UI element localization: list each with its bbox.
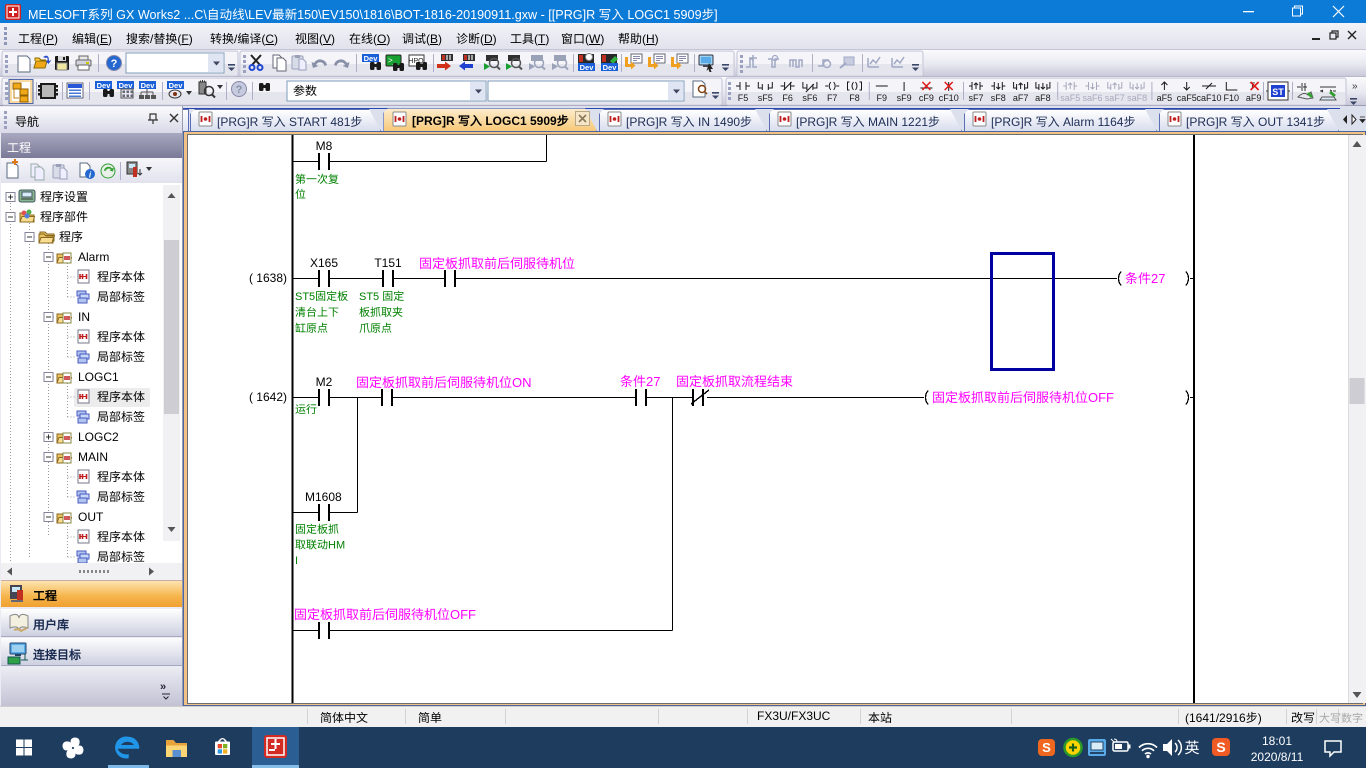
svg-text:爪原点: 爪原点: [359, 322, 392, 335]
svg-text:2020/8/11: 2020/8/11: [1251, 750, 1304, 764]
svg-text:aF9: aF9: [1246, 93, 1262, 103]
svg-text:sF8: sF8: [991, 93, 1006, 103]
svg-text:局部标签: 局部标签: [97, 290, 145, 304]
svg-text:M2: M2: [316, 375, 333, 389]
svg-text:程序本体: 程序本体: [97, 470, 145, 484]
svg-text:T151: T151: [374, 256, 402, 270]
svg-text:局部标签: 局部标签: [97, 410, 145, 424]
svg-text:?: ?: [111, 58, 118, 70]
svg-text:ST5固定板: ST5固定板: [295, 290, 348, 303]
svg-text:LOGC2: LOGC2: [78, 430, 119, 444]
svg-text:cF9: cF9: [919, 93, 934, 103]
svg-text:sF6: sF6: [802, 93, 817, 103]
svg-text:程序: 程序: [59, 230, 83, 244]
svg-text:条件27: 条件27: [620, 374, 660, 389]
svg-text:程序部件: 程序部件: [40, 210, 88, 224]
svg-text:缸原点: 缸原点: [295, 322, 328, 335]
svg-text:caF10: caF10: [1196, 93, 1221, 103]
svg-text:板抓取夹: 板抓取夹: [359, 306, 403, 319]
svg-text:F5: F5: [738, 93, 749, 103]
svg-text:程序本体: 程序本体: [97, 530, 145, 544]
svg-text:ST: ST: [1272, 87, 1284, 97]
svg-text:F10: F10: [1224, 93, 1240, 103]
svg-text:M1608: M1608: [305, 490, 342, 504]
svg-text:固定板抓取前后伺服待机位ON: 固定板抓取前后伺服待机位ON: [356, 375, 532, 390]
svg-text:saF6: saF6: [1082, 93, 1102, 103]
svg-text:取联动HM: 取联动HM: [295, 539, 345, 552]
svg-text:S: S: [1216, 739, 1225, 755]
svg-text:sF9: sF9: [897, 93, 912, 103]
svg-text:X165: X165: [310, 256, 338, 270]
svg-text:程序本体: 程序本体: [97, 330, 145, 344]
svg-text:18:01: 18:01: [1262, 734, 1292, 748]
svg-text:局部标签: 局部标签: [97, 490, 145, 504]
svg-text:Dev: Dev: [169, 81, 184, 90]
svg-text:程序本体: 程序本体: [97, 390, 145, 404]
svg-text:OUT: OUT: [78, 510, 104, 524]
svg-text:cF10: cF10: [939, 93, 959, 103]
svg-text:sF5: sF5: [758, 93, 773, 103]
svg-text:位: 位: [295, 188, 306, 201]
svg-text:saF7: saF7: [1105, 93, 1125, 103]
svg-text:Dev: Dev: [603, 63, 618, 72]
svg-text:固定板抓: 固定板抓: [295, 523, 339, 536]
svg-text:aF8: aF8: [1035, 93, 1051, 103]
svg-text:清台上下: 清台上下: [295, 306, 339, 319]
svg-text:?: ?: [236, 84, 243, 96]
svg-text:F7: F7: [827, 93, 838, 103]
svg-text:程序设置: 程序设置: [40, 190, 88, 204]
svg-text:LOGC1: LOGC1: [78, 370, 119, 384]
svg-text:局部标签: 局部标签: [97, 350, 145, 364]
svg-text:S: S: [1042, 740, 1051, 755]
svg-text:F8: F8: [849, 93, 860, 103]
svg-text:sF7: sF7: [968, 93, 983, 103]
svg-text:saF8: saF8: [1127, 93, 1147, 103]
svg-text:( 1642): ( 1642): [249, 390, 287, 404]
svg-text:局部标签: 局部标签: [97, 550, 145, 564]
svg-text:第一次复: 第一次复: [295, 173, 339, 186]
svg-text:固定板抓取流程结束: 固定板抓取流程结束: [676, 374, 793, 389]
svg-text:Dev: Dev: [141, 81, 156, 90]
svg-text:Dev: Dev: [364, 54, 379, 63]
svg-text:Dev: Dev: [580, 63, 595, 72]
svg-text:固定板抓取前后伺服待机位OFF: 固定板抓取前后伺服待机位OFF: [294, 607, 476, 622]
svg-text:F6: F6: [782, 93, 793, 103]
svg-text:»: »: [160, 681, 166, 693]
svg-text:固定板抓取前后伺服待机位: 固定板抓取前后伺服待机位: [419, 256, 575, 271]
svg-text:Alarm: Alarm: [78, 250, 109, 264]
svg-text:固定板抓取前后伺服待机位OFF: 固定板抓取前后伺服待机位OFF: [932, 390, 1114, 405]
svg-text:aF7: aF7: [1013, 93, 1029, 103]
svg-text:M8: M8: [316, 139, 333, 153]
svg-text:运行: 运行: [295, 403, 317, 416]
svg-text:程序本体: 程序本体: [97, 270, 145, 284]
svg-text:英: 英: [1184, 740, 1199, 757]
svg-text:IN: IN: [78, 310, 90, 324]
svg-text:( 1638): ( 1638): [249, 271, 287, 285]
svg-text:Dev: Dev: [97, 81, 112, 90]
svg-text:参数: 参数: [293, 84, 317, 98]
svg-text:F9: F9: [877, 93, 888, 103]
svg-text:»: »: [1352, 81, 1358, 92]
svg-text:saF5: saF5: [1060, 93, 1080, 103]
svg-text:MAIN: MAIN: [78, 450, 108, 464]
svg-text:caF5: caF5: [1177, 93, 1197, 103]
svg-text:条件27: 条件27: [1125, 271, 1165, 286]
svg-text:ST5 固定: ST5 固定: [359, 290, 404, 303]
svg-text:I: I: [295, 555, 298, 567]
svg-text:aF5: aF5: [1157, 93, 1173, 103]
